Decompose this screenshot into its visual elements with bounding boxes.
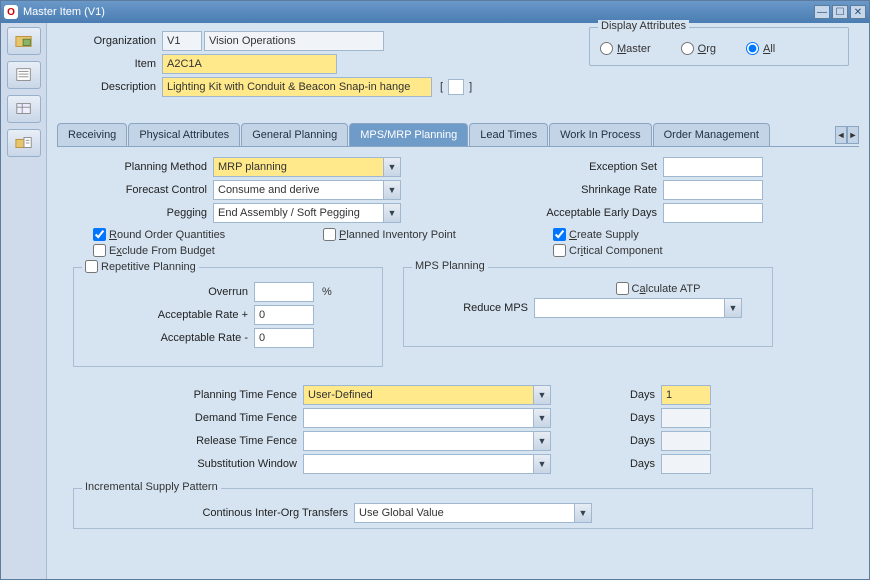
tab-order-management[interactable]: Order Management [653,123,770,146]
acceptable-rate-minus-label: Acceptable Rate - [84,332,254,344]
sidebar [1,23,47,579]
tab-work-in-process[interactable]: Work In Process [549,123,652,146]
window-title: Master Item (V1) [23,6,105,18]
tab-scroll-left[interactable]: ◄ [835,126,847,144]
acceptable-rate-minus-field[interactable]: 0 [254,328,314,348]
maximize-button[interactable]: ☐ [832,5,848,19]
tab-mps-mrp-planning[interactable]: MPS/MRP Planning [349,123,468,146]
organization-label: Organization [57,35,162,47]
mps-planning-group: MPS Planning Calculate ATP Reduce MPS ▼ [403,267,773,347]
radio-all[interactable]: All [746,42,775,55]
forecast-control-field[interactable]: Consume and derive [213,180,383,200]
planning-time-fence-dropdown[interactable]: ▼ [533,385,551,405]
forecast-control-label: Forecast Control [73,184,213,196]
tab-receiving[interactable]: Receiving [57,123,127,146]
acceptable-early-days-label: Acceptable Early Days [473,207,663,219]
minimize-button[interactable]: — [814,5,830,19]
continuous-inter-org-dropdown[interactable]: ▼ [574,503,592,523]
demand-time-fence-dropdown[interactable]: ▼ [533,408,551,428]
tab-lead-times[interactable]: Lead Times [469,123,548,146]
acceptable-early-days-field[interactable] [663,203,763,223]
folder-cube-icon[interactable] [7,27,41,55]
release-time-fence-label: Release Time Fence [73,435,303,447]
subst-days-label: Days [551,458,661,470]
repetitive-planning-checkbox[interactable]: Repetitive Planning [85,260,196,273]
acceptable-rate-plus-field[interactable]: 0 [254,305,314,325]
planning-time-fence-field[interactable]: User-Defined [303,385,533,405]
reduce-mps-field[interactable] [534,298,724,318]
release-days-field[interactable] [661,431,711,451]
exception-set-field[interactable] [663,157,763,177]
table-icon[interactable] [7,95,41,123]
planning-method-label: Planning Method [73,161,213,173]
reduce-mps-dropdown[interactable]: ▼ [724,298,742,318]
planning-method-field[interactable]: MRP planning [213,157,383,177]
mps-mrp-panel: Planning Method MRP planning▼ Forecast C… [57,147,859,545]
overrun-label: Overrun [84,286,254,298]
description-label: Description [57,81,162,93]
radio-master[interactable]: MMasteraster [600,42,651,55]
close-button[interactable]: ✕ [850,5,866,19]
round-order-quantities-checkbox[interactable]: Round Order Quantities [93,228,323,241]
shrinkage-rate-field[interactable] [663,180,763,200]
repetitive-planning-title: Repetitive Planning [82,260,199,273]
item-field[interactable]: A2C1A [162,54,337,74]
pegging-label: Pegging [73,207,213,219]
master-item-window: O Master Item (V1) — ☐ ✕ Organization V1… [0,0,870,580]
tab-strip: Receiving Physical Attributes General Pl… [57,121,859,147]
planning-days-field[interactable]: 1 [661,385,711,405]
demand-time-fence-field[interactable] [303,408,533,428]
titlebar: O Master Item (V1) — ☐ ✕ [1,1,869,23]
incremental-supply-pattern-title: Incremental Supply Pattern [82,481,221,493]
planning-time-fence-label: Planning Time Fence [73,389,303,401]
planning-days-label: Days [551,389,661,401]
tab-physical-attributes[interactable]: Physical Attributes [128,123,240,146]
dff-field[interactable] [448,79,464,95]
overrun-unit: % [322,286,332,298]
release-days-label: Days [551,435,661,447]
exclude-from-budget-checkbox[interactable]: Exclude From Budget [93,244,553,257]
dff-bracket: [ ] [440,79,472,95]
display-attributes-title: Display Attributes [598,20,689,32]
tab-general-planning[interactable]: General Planning [241,123,348,146]
acceptable-rate-plus-label: Acceptable Rate + [84,309,254,321]
organization-name-field: Vision Operations [204,31,384,51]
shrinkage-rate-label: Shrinkage Rate [473,184,663,196]
release-time-fence-field[interactable] [303,431,533,451]
attach-folder-icon[interactable] [7,129,41,157]
planning-method-dropdown[interactable]: ▼ [383,157,401,177]
create-supply-checkbox[interactable]: Create Supply [553,228,639,241]
demand-days-field[interactable] [661,408,711,428]
organization-code-field[interactable]: V1 [162,31,202,51]
pegging-dropdown[interactable]: ▼ [383,203,401,223]
list-icon[interactable] [7,61,41,89]
calculate-atp-checkbox[interactable]: Calculate ATP [616,282,701,295]
demand-days-label: Days [551,412,661,424]
reduce-mps-label: Reduce MPS [414,302,534,314]
pegging-field[interactable]: End Assembly / Soft Pegging [213,203,383,223]
incremental-supply-pattern-group: Incremental Supply Pattern Continous Int… [73,488,813,529]
exception-set-label: Exception Set [473,161,663,173]
continuous-inter-org-label: Continous Inter-Org Transfers [84,507,354,519]
description-field[interactable]: Lighting Kit with Conduit & Beacon Snap-… [162,77,432,97]
demand-time-fence-label: Demand Time Fence [73,412,303,424]
oracle-icon: O [4,5,18,19]
substitution-window-dropdown[interactable]: ▼ [533,454,551,474]
forecast-control-dropdown[interactable]: ▼ [383,180,401,200]
substitution-window-label: Substitution Window [73,458,303,470]
item-label: Item [57,58,162,70]
critical-component-checkbox[interactable]: Critical Component [553,244,663,257]
repetitive-planning-group: Repetitive Planning Overrun % Acceptable… [73,267,383,367]
tab-scroll-right[interactable]: ► [847,126,859,144]
radio-org[interactable]: Org [681,42,716,55]
display-attributes-group: Display Attributes MMasteraster Org All [589,27,849,66]
planned-inventory-point-checkbox[interactable]: Planned Inventory Point [323,228,553,241]
release-time-fence-dropdown[interactable]: ▼ [533,431,551,451]
overrun-field[interactable] [254,282,314,302]
continuous-inter-org-field[interactable]: Use Global Value [354,503,574,523]
subst-days-field[interactable] [661,454,711,474]
substitution-window-field[interactable] [303,454,533,474]
mps-planning-title: MPS Planning [412,260,488,272]
